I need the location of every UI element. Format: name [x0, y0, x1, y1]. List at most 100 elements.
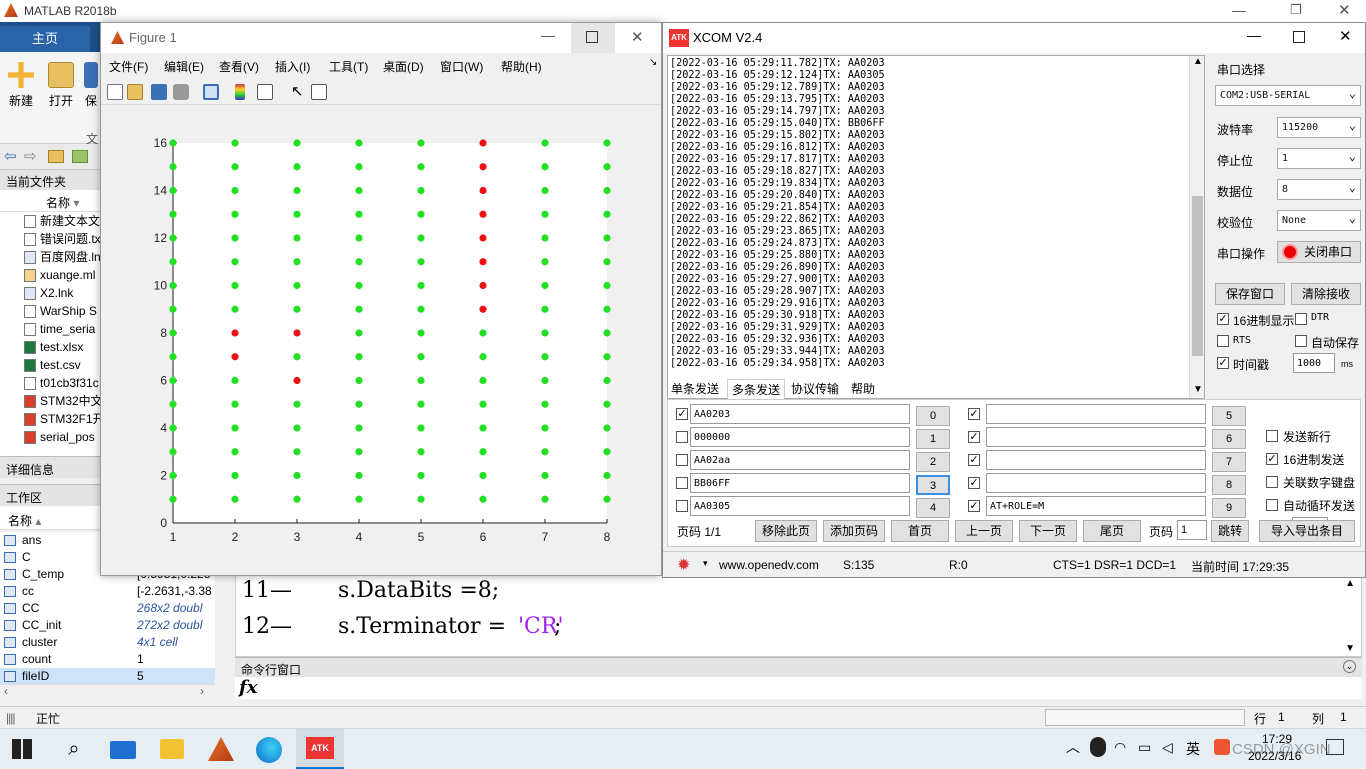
first-page-button[interactable]: 首页 [891, 520, 949, 542]
tab-3[interactable]: 帮助 [847, 379, 879, 399]
prev-page-button[interactable]: 上一页 [955, 520, 1013, 542]
file-item[interactable]: time_seria [0, 320, 100, 338]
workspace-row[interactable]: fileID 5 [0, 668, 215, 684]
search-icon[interactable]: ⌕ [60, 735, 88, 763]
open-button[interactable]: 打开 [42, 58, 80, 109]
colorbar-icon[interactable] [235, 84, 245, 100]
send-input[interactable]: BB06FF [690, 473, 910, 493]
mail-icon[interactable] [110, 741, 136, 759]
figure-maximize-button[interactable] [571, 23, 615, 53]
qq-icon[interactable] [1090, 737, 1106, 757]
file-item[interactable]: 百度网盘.ln [0, 248, 100, 266]
send-input[interactable] [986, 404, 1206, 424]
pointer-icon[interactable]: ↖ [291, 84, 307, 100]
send-input[interactable]: AA02aa [690, 450, 910, 470]
forward-icon[interactable]: ⇨ [24, 147, 37, 165]
send-checkbox[interactable] [676, 454, 688, 466]
send-number-button[interactable]: 6 [1212, 429, 1246, 449]
send-number-button[interactable]: 1 [916, 429, 950, 449]
figure-menu-2[interactable]: 查看(V) [219, 58, 259, 75]
add-page-button[interactable]: 添加页码 [823, 520, 885, 542]
xcom-maximize-icon[interactable] [1293, 31, 1305, 43]
edge-icon[interactable] [256, 737, 282, 763]
start-icon[interactable] [12, 739, 32, 759]
send-number-button[interactable]: 0 [916, 406, 950, 426]
site-link[interactable]: www.openedv.com [719, 558, 819, 572]
restore-icon[interactable]: ❐ [1290, 2, 1302, 18]
settings-gear-icon[interactable]: ✹ [677, 555, 690, 575]
dtr-checkbox[interactable] [1295, 313, 1307, 325]
browse-folder-icon[interactable] [72, 150, 88, 163]
up-folder-icon[interactable] [48, 150, 64, 163]
link-keyboard-checkbox[interactable] [1266, 476, 1278, 488]
baud-select[interactable]: 115200 [1277, 117, 1361, 138]
newline-checkbox[interactable] [1266, 430, 1278, 442]
figure-menu-0[interactable]: 文件(F) [109, 58, 148, 75]
back-icon[interactable]: ⇦ [4, 147, 17, 165]
editor-scroll-down-icon[interactable]: ▼ [1345, 643, 1355, 654]
send-input[interactable]: 000000 [690, 427, 910, 447]
figure-menu-5[interactable]: 桌面(D) [383, 58, 424, 75]
send-number-button[interactable]: 5 [1212, 406, 1246, 426]
file-item[interactable]: test.csv [0, 356, 100, 374]
send-number-button[interactable]: 7 [1212, 452, 1246, 472]
file-item[interactable]: STM32中文 [0, 392, 100, 410]
notification-icon[interactable] [1326, 739, 1344, 755]
send-input[interactable] [986, 427, 1206, 447]
parity-select[interactable]: None [1277, 210, 1361, 231]
workspace-row[interactable]: count 1 [0, 651, 215, 668]
minimize-icon[interactable]: — [1232, 2, 1246, 18]
figure-menu-4[interactable]: 工具(T) [329, 58, 368, 75]
auto-save-checkbox[interactable] [1295, 335, 1307, 347]
save-figure-icon[interactable] [151, 84, 167, 100]
auto-loop-checkbox[interactable] [1266, 499, 1278, 511]
last-page-button[interactable]: 尾页 [1083, 520, 1141, 542]
tab-2[interactable]: 协议传输 [787, 379, 843, 399]
close-port-button[interactable]: 关闭串口 [1277, 241, 1361, 263]
data-select[interactable]: 8 [1277, 179, 1361, 200]
remove-page-button[interactable]: 移除此页 [755, 520, 817, 542]
code-editor[interactable]: 11— s.DataBits =8; 12— s.Terminator = 'CR'; ▲… [235, 575, 1362, 657]
new-figure-icon[interactable] [107, 84, 123, 100]
file-name-column-header[interactable]: 名称 ▾ [0, 190, 100, 212]
ime-indicator[interactable]: 英 [1186, 739, 1214, 767]
legend-icon[interactable] [257, 84, 273, 100]
file-item[interactable]: test.xlsx [0, 338, 100, 356]
save-window-button[interactable]: 保存窗口 [1215, 283, 1285, 305]
workspace-row[interactable]: CC 268x2 doubl [0, 600, 215, 617]
rts-checkbox[interactable] [1217, 335, 1229, 347]
jump-button[interactable]: 跳转 [1211, 520, 1249, 542]
send-checkbox[interactable] [676, 431, 688, 443]
figure-minimize-icon[interactable]: — [541, 27, 555, 43]
fx-icon[interactable]: fx [239, 677, 257, 698]
figure-menu-3[interactable]: 插入(I) [275, 58, 310, 75]
send-number-button[interactable]: 8 [1212, 475, 1246, 495]
send-input[interactable] [986, 473, 1206, 493]
send-input[interactable]: AA0305 [690, 496, 910, 516]
dock-arrow-icon[interactable]: ↘ [649, 57, 657, 68]
workspace-row[interactable]: cluster 4x1 cell [0, 634, 215, 651]
figure-menu-7[interactable]: 帮助(H) [501, 58, 542, 75]
new-button[interactable]: 新建 [2, 58, 40, 109]
page-number-input[interactable]: 1 [1177, 520, 1207, 540]
scroll-right-icon[interactable]: › [200, 684, 204, 698]
file-item[interactable]: X2.lnk [0, 284, 100, 302]
link-plot-icon[interactable] [203, 84, 219, 100]
file-item[interactable]: WarShip S [0, 302, 100, 320]
send-number-button[interactable]: 4 [916, 498, 950, 518]
figure-menu-6[interactable]: 窗口(W) [440, 58, 483, 75]
settings-dropdown-icon[interactable]: ▾ [703, 558, 708, 569]
tab-0[interactable]: 单条发送 [667, 379, 723, 399]
xcom-close-icon[interactable]: ✕ [1339, 27, 1352, 45]
file-item[interactable]: serial_pos [0, 428, 100, 446]
file-item[interactable]: 错误问题.tx [0, 230, 100, 248]
file-explorer-icon[interactable] [160, 739, 184, 759]
workspace-row[interactable]: cc [-2.2631,-3.38 [0, 583, 215, 600]
file-item[interactable]: xuange.ml [0, 266, 100, 284]
send-checkbox[interactable]: ✓ [968, 408, 980, 420]
send-input[interactable]: AT+ROLE=M [986, 496, 1206, 516]
send-checkbox[interactable]: ✓ [968, 477, 980, 489]
send-checkbox[interactable]: ✓ [676, 408, 688, 420]
workspace-hscrollbar[interactable]: ‹ › [0, 684, 215, 698]
hex-send-checkbox[interactable]: ✓ [1266, 453, 1278, 465]
